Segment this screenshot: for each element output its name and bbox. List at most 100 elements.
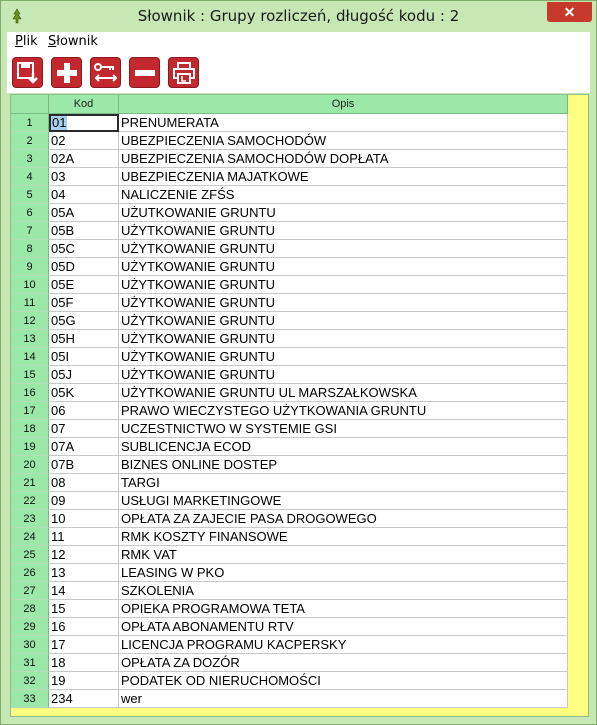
- cell-kod[interactable]: 02A: [49, 150, 119, 168]
- save-button[interactable]: [12, 57, 43, 88]
- row-number[interactable]: 2: [11, 132, 49, 150]
- table-row[interactable]: 10 05E UŻYTKOWANIE GRUNTU: [11, 276, 568, 294]
- cell-kod[interactable]: 14: [49, 582, 119, 600]
- cell-opis[interactable]: UŻYTKOWANIE GRUNTU: [119, 294, 568, 312]
- cell-kod[interactable]: 18: [49, 654, 119, 672]
- cell-opis[interactable]: LEASING W PKO: [119, 564, 568, 582]
- menu-plik[interactable]: Plik: [15, 34, 38, 49]
- table-row[interactable]: 32 19 PODATEK OD NIERUCHOMOŚCI: [11, 672, 568, 690]
- table-row[interactable]: 16 05K UŻYTKOWANIE GRUNTU UL MARSZAŁKOWSKA: [11, 384, 568, 402]
- row-number[interactable]: 3: [11, 150, 49, 168]
- add-button[interactable]: [51, 57, 82, 88]
- row-number[interactable]: 23: [11, 510, 49, 528]
- row-number[interactable]: 20: [11, 456, 49, 474]
- cell-kod[interactable]: 09: [49, 492, 119, 510]
- row-number[interactable]: 5: [11, 186, 49, 204]
- row-number[interactable]: 4: [11, 168, 49, 186]
- cell-opis[interactable]: UŻYTKOWANIE GRUNTU: [119, 348, 568, 366]
- cell-opis[interactable]: UŻYTKOWANIE GRUNTU: [119, 330, 568, 348]
- cell-kod[interactable]: 05K: [49, 384, 119, 402]
- row-number[interactable]: 19: [11, 438, 49, 456]
- row-number[interactable]: 17: [11, 402, 49, 420]
- cell-opis[interactable]: UŻYTKOWANIE GRUNTU: [119, 366, 568, 384]
- cell-kod[interactable]: 16: [49, 618, 119, 636]
- row-number[interactable]: 27: [11, 582, 49, 600]
- row-number[interactable]: 30: [11, 636, 49, 654]
- cell-opis[interactable]: RMK VAT: [119, 546, 568, 564]
- cell-opis[interactable]: TARGI: [119, 474, 568, 492]
- title-bar[interactable]: Słownik : Grupy rozliczeń, długość kodu …: [1, 1, 596, 31]
- cell-opis[interactable]: PRENUMERATA: [119, 114, 568, 132]
- table-row[interactable]: 17 06 PRAWO WIECZYSTEGO UŻYTKOWANIA GRUNTU: [11, 402, 568, 420]
- cell-kod[interactable]: 04: [49, 186, 119, 204]
- cell-opis[interactable]: OPŁATA ABONAMENTU RTV: [119, 618, 568, 636]
- cell-opis[interactable]: UŻYTKOWANIE GRUNTU: [119, 240, 568, 258]
- cell-opis[interactable]: wer: [119, 690, 568, 708]
- close-button[interactable]: ✕: [547, 2, 592, 22]
- cell-kod[interactable]: 07A: [49, 438, 119, 456]
- cell-opis[interactable]: UŻYTKOWANIE GRUNTU: [119, 312, 568, 330]
- cell-kod[interactable]: 05B: [49, 222, 119, 240]
- table-row[interactable]: 30 17 LICENCJA PROGRAMU KACPERSKY: [11, 636, 568, 654]
- table-row[interactable]: 29 16 OPŁATA ABONAMENTU RTV: [11, 618, 568, 636]
- table-row[interactable]: 20 07B BIZNES ONLINE DOSTEP: [11, 456, 568, 474]
- row-number[interactable]: 28: [11, 600, 49, 618]
- cell-opis[interactable]: UŻYTKOWANIE GRUNTU: [119, 222, 568, 240]
- cell-opis[interactable]: USŁUGI MARKETINGOWE: [119, 492, 568, 510]
- cell-kod[interactable]: 05C: [49, 240, 119, 258]
- cell-kod[interactable]: 05H: [49, 330, 119, 348]
- cell-kod[interactable]: 05J: [49, 366, 119, 384]
- cell-kod[interactable]: 05D: [49, 258, 119, 276]
- row-number[interactable]: 13: [11, 330, 49, 348]
- row-number[interactable]: 33: [11, 690, 49, 708]
- row-number[interactable]: 10: [11, 276, 49, 294]
- row-number[interactable]: 8: [11, 240, 49, 258]
- row-number[interactable]: 16: [11, 384, 49, 402]
- table-row[interactable]: 19 07A SUBLICENCJA ECOD: [11, 438, 568, 456]
- cell-opis[interactable]: UCZESTNICTWO W SYSTEMIE GSI: [119, 420, 568, 438]
- row-number[interactable]: 24: [11, 528, 49, 546]
- table-row[interactable]: 9 05D UŻYTKOWANIE GRUNTU: [11, 258, 568, 276]
- menu-slownik[interactable]: Słownik: [48, 34, 98, 49]
- table-row[interactable]: 6 05A UŻUTKOWANIE GRUNTU: [11, 204, 568, 222]
- table-row[interactable]: 27 14 SZKOLENIA: [11, 582, 568, 600]
- table-row[interactable]: 21 08 TARGI: [11, 474, 568, 492]
- table-row[interactable]: 13 05H UŻYTKOWANIE GRUNTU: [11, 330, 568, 348]
- cell-opis[interactable]: UBEZPIECZENIA MAJATKOWE: [119, 168, 568, 186]
- cell-kod[interactable]: 02: [49, 132, 119, 150]
- row-number[interactable]: 14: [11, 348, 49, 366]
- cell-kod[interactable]: 05A: [49, 204, 119, 222]
- row-number[interactable]: 26: [11, 564, 49, 582]
- print-button[interactable]: [168, 57, 199, 88]
- table-row[interactable]: 14 05I UŻYTKOWANIE GRUNTU: [11, 348, 568, 366]
- header-kod[interactable]: Kod: [49, 95, 119, 114]
- cell-kod[interactable]: 05F: [49, 294, 119, 312]
- cell-opis[interactable]: UŻYTKOWANIE GRUNTU: [119, 276, 568, 294]
- row-number[interactable]: 6: [11, 204, 49, 222]
- cell-kod[interactable]: 07: [49, 420, 119, 438]
- table-row[interactable]: 7 05B UŻYTKOWANIE GRUNTU: [11, 222, 568, 240]
- cell-opis[interactable]: SZKOLENIA: [119, 582, 568, 600]
- row-number[interactable]: 29: [11, 618, 49, 636]
- cell-kod[interactable]: 234: [49, 690, 119, 708]
- cell-kod[interactable]: 05I: [49, 348, 119, 366]
- cell-kod[interactable]: 05G: [49, 312, 119, 330]
- cell-kod[interactable]: 03: [49, 168, 119, 186]
- table-row[interactable]: 22 09 USŁUGI MARKETINGOWE: [11, 492, 568, 510]
- table-row[interactable]: 2 02 UBEZPIECZENIA SAMOCHODÓW: [11, 132, 568, 150]
- cell-opis[interactable]: PRAWO WIECZYSTEGO UŻYTKOWANIA GRUNTU: [119, 402, 568, 420]
- key-swap-button[interactable]: [90, 57, 121, 88]
- row-number[interactable]: 15: [11, 366, 49, 384]
- cell-kod[interactable]: 13: [49, 564, 119, 582]
- cell-kod[interactable]: 08: [49, 474, 119, 492]
- table-row[interactable]: 12 05G UŻYTKOWANIE GRUNTU: [11, 312, 568, 330]
- cell-opis[interactable]: UŻYTKOWANIE GRUNTU UL MARSZAŁKOWSKA: [119, 384, 568, 402]
- row-number[interactable]: 9: [11, 258, 49, 276]
- cell-opis[interactable]: BIZNES ONLINE DOSTEP: [119, 456, 568, 474]
- table-row[interactable]: 24 11 RMK KOSZTY FINANSOWE: [11, 528, 568, 546]
- cell-opis[interactable]: OPŁATA ZA DOZÓR: [119, 654, 568, 672]
- cell-kod[interactable]: 19: [49, 672, 119, 690]
- cell-opis[interactable]: UBEZPIECZENIA SAMOCHODÓW: [119, 132, 568, 150]
- row-number[interactable]: 32: [11, 672, 49, 690]
- table-row[interactable]: 11 05F UŻYTKOWANIE GRUNTU: [11, 294, 568, 312]
